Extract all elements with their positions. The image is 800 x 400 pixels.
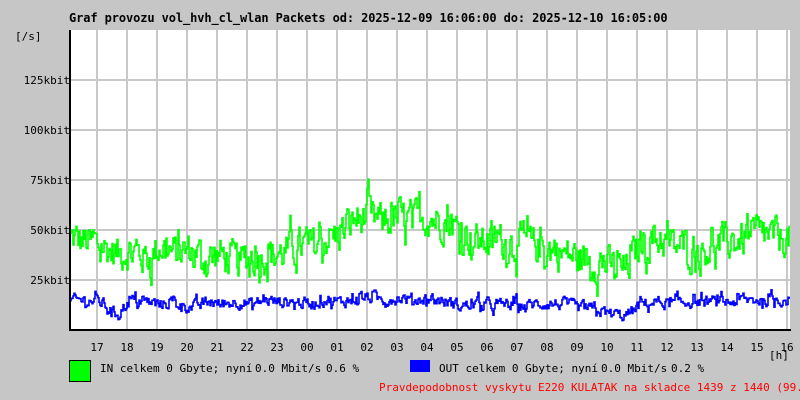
x-tick-label: 00 (300, 341, 313, 354)
legend-in-pct: 0.6 % (326, 362, 360, 375)
chart-plot: 25kbit 50kbit 75kbit 100kbit 125kbit 17 18 19 20… (24, 30, 794, 354)
x-tick-label: 15 (750, 341, 763, 354)
x-tick-label: 19 (150, 341, 163, 354)
x-tick-label: 20 (180, 341, 193, 354)
x-tick-label: 04 (420, 341, 434, 354)
x-tick-label: 11 (630, 341, 643, 354)
legend-out-pct: 0.2 % (671, 362, 705, 375)
x-tick-label: 16 (780, 341, 793, 354)
x-tick-label: 21 (210, 341, 223, 354)
x-tick-label: 06 (480, 341, 493, 354)
x-tick-label: 08 (540, 341, 553, 354)
legend-in-label: IN celkem 0 Gbyte; nyní (100, 362, 253, 375)
y-tick-label: 125kbit (24, 74, 70, 87)
legend-in-swatch (69, 360, 91, 382)
x-tick-label: 02 (360, 341, 373, 354)
x-tick-label: 10 (600, 341, 613, 354)
x-tick-label: 09 (570, 341, 583, 354)
y-tick-label: 100kbit (24, 124, 70, 137)
y-tick-label: 25kbit (30, 274, 70, 287)
y-tick-label: 75kbit (30, 174, 70, 187)
x-tick-label: 22 (240, 341, 253, 354)
x-tick-label: 12 (660, 341, 673, 354)
legend-out-rate: 0.0 Mbit/s (601, 362, 668, 375)
footer-note: Pravdepodobnost vyskytu E220 KULATAK na … (379, 381, 800, 394)
x-tick-label: 05 (450, 341, 463, 354)
x-tick-label: 17 (90, 341, 103, 354)
x-tick-label: 01 (330, 341, 343, 354)
legend-in-rate: 0.0 Mbit/s (255, 362, 322, 375)
x-tick-label: 18 (120, 341, 133, 354)
x-tick-label: 07 (510, 341, 523, 354)
y-tick-label: 50kbit (30, 224, 70, 237)
x-tick-label: 03 (390, 341, 403, 354)
legend-out-label: OUT celkem 0 Gbyte; nyní (439, 362, 598, 375)
legend-out-swatch (410, 360, 430, 372)
x-tick-label: 23 (270, 341, 283, 354)
x-tick-label: 14 (720, 341, 734, 354)
x-tick-label: 13 (690, 341, 703, 354)
